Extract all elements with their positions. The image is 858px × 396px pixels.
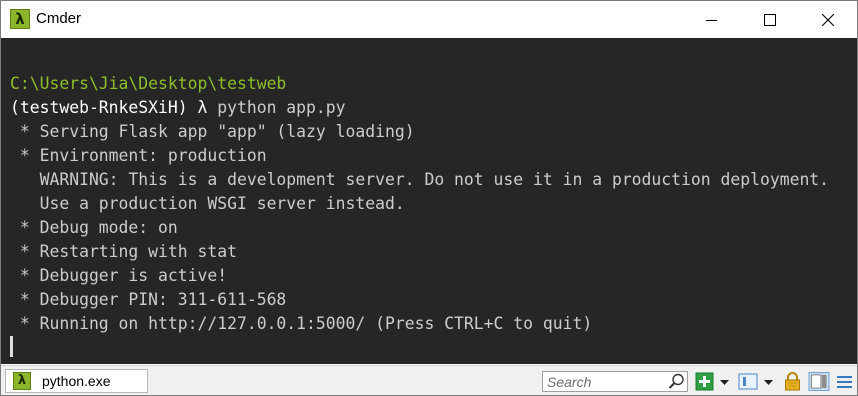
minimize-icon — [706, 19, 717, 21]
output-line: * Debugger is active! — [10, 266, 228, 285]
minimize-button[interactable] — [683, 1, 741, 38]
close-button[interactable] — [799, 1, 857, 38]
window-title: Cmder — [36, 10, 82, 27]
output-line: * Environment: production — [10, 146, 267, 165]
cmder-window: λ Cmder C:\Users\Jia\Desktop\testweb (te… — [0, 0, 858, 396]
output-line: * Debug mode: on — [10, 218, 178, 237]
lambda-icon: λ — [13, 372, 31, 390]
maximize-button[interactable] — [741, 1, 799, 38]
output-line: * Serving Flask app "app" (lazy loading) — [10, 122, 415, 141]
add-console-icon[interactable] — [695, 372, 714, 391]
layout-icon[interactable] — [808, 372, 830, 391]
current-path-line: C:\Users\Jia\Desktop\testweb — [10, 74, 287, 93]
terminal-console[interactable]: C:\Users\Jia\Desktop\testweb (testweb-Rn… — [1, 38, 857, 364]
text-cursor — [10, 336, 13, 357]
output-line: * Debugger PIN: 311-611-568 — [10, 290, 287, 309]
search-placeholder: Search — [547, 374, 592, 390]
search-icon[interactable] — [668, 373, 685, 390]
title-bar[interactable]: λ Cmder — [1, 1, 857, 38]
view-icon[interactable] — [738, 372, 758, 391]
lock-icon[interactable] — [783, 372, 802, 391]
menu-icon[interactable] — [836, 372, 853, 391]
prompt-env: (testweb-RnkeSXiH) λ — [10, 98, 218, 117]
output-line: * Running on http://127.0.0.1:5000/ (Pre… — [10, 314, 593, 333]
search-input[interactable]: Search — [542, 371, 688, 392]
prompt-line: (testweb-RnkeSXiH) λ python app.py — [10, 96, 346, 120]
lambda-icon[interactable]: λ — [10, 9, 30, 29]
maximize-icon — [764, 13, 776, 26]
dropdown-icon[interactable] — [719, 372, 730, 391]
output-line: Use a production WSGI server instead. — [10, 194, 405, 213]
tab-label: python.exe — [42, 373, 111, 389]
tab-python-exe[interactable]: λ python.exe — [5, 369, 148, 393]
close-icon — [822, 13, 834, 26]
status-bar: λ python.exe Search — [1, 365, 857, 395]
dropdown-icon[interactable] — [763, 372, 774, 391]
output-line: WARNING: This is a development server. D… — [10, 170, 830, 189]
command-text: python app.py — [217, 98, 346, 117]
output-line: * Restarting with stat — [10, 242, 237, 261]
